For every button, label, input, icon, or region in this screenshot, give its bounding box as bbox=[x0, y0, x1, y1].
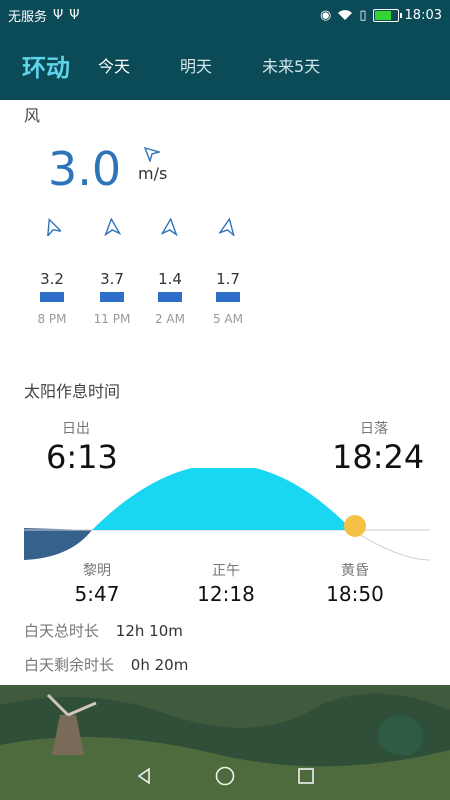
status-left: 无服务 Ψ Ψ bbox=[8, 6, 79, 25]
system-nav-bar bbox=[0, 752, 450, 800]
day-length-row: 白天总时长 12h 10m bbox=[24, 620, 183, 641]
daylight-arc bbox=[92, 468, 352, 530]
clock-text: 18:03 bbox=[404, 7, 442, 23]
wind-arrow-icon bbox=[161, 218, 178, 236]
noon-label: 正午 bbox=[212, 563, 240, 579]
dawn-block: 黎明 5:47 bbox=[52, 560, 142, 606]
tab-tomorrow[interactable]: 明天 bbox=[180, 53, 212, 77]
battery-icon bbox=[372, 8, 402, 22]
sunrise-label: 日出 bbox=[62, 421, 90, 437]
dusk-block: 黄昏 18:50 bbox=[310, 560, 400, 606]
forecast-value: 1.4 bbox=[158, 270, 182, 288]
forecast-item: 1.4 2 AM bbox=[142, 218, 198, 326]
day-remaining-label: 白天剩余时长 bbox=[24, 656, 115, 674]
recents-icon[interactable] bbox=[296, 766, 316, 786]
sun-section-title: 太阳作息时间 bbox=[24, 382, 121, 401]
dusk-label: 黄昏 bbox=[341, 563, 369, 579]
forecast-bar bbox=[40, 292, 64, 302]
eye-icon: ◉ bbox=[320, 7, 332, 23]
wind-unit: m/s bbox=[138, 164, 168, 183]
wind-section-label: 风 bbox=[24, 106, 41, 125]
forecast-time: 2 AM bbox=[154, 312, 185, 326]
sun-marker bbox=[344, 515, 366, 537]
app-title: 环动 bbox=[22, 53, 70, 82]
noon-block: 正午 12:18 bbox=[181, 560, 271, 606]
dawn-time: 5:47 bbox=[74, 582, 120, 606]
forecast-time: 5 AM bbox=[212, 312, 243, 326]
wind-arrow-icon bbox=[46, 218, 61, 236]
app-bar: 环动 今天 明天 未来5天 bbox=[0, 30, 450, 100]
back-icon[interactable] bbox=[134, 766, 154, 786]
main-content[interactable]: 风 3.0 m/s 3.2 8 PM 3.7 11 PM 1.4 2 AM 1.… bbox=[0, 100, 450, 685]
sunset-label: 日落 bbox=[360, 421, 388, 437]
forecast-value: 3.2 bbox=[40, 270, 64, 288]
sim-alert-icon: ▯ bbox=[359, 7, 367, 23]
wind-direction-icon bbox=[144, 146, 160, 162]
status-bar: 无服务 Ψ Ψ ◉ ▯ 18:03 bbox=[0, 0, 450, 30]
evening-twilight-curve bbox=[351, 529, 431, 561]
forecast-value: 1.7 bbox=[216, 270, 240, 288]
forecast-item: 3.7 11 PM bbox=[84, 218, 140, 326]
carrier-text: 无服务 bbox=[8, 9, 48, 25]
wind-forecast: 3.2 8 PM 3.7 11 PM 1.4 2 AM 1.7 5 AM bbox=[24, 218, 264, 338]
dusk-time: 18:50 bbox=[326, 582, 384, 606]
wind-arrow-icon bbox=[219, 218, 235, 236]
day-remaining-value: 0h 20m bbox=[130, 656, 189, 674]
usb-icon: Ψ bbox=[69, 7, 80, 23]
night-area-morning bbox=[24, 528, 92, 560]
forecast-bar bbox=[216, 292, 240, 302]
tab-today[interactable]: 今天 bbox=[98, 53, 130, 77]
wind-speed: 3.0 bbox=[48, 142, 122, 196]
day-length-value: 12h 10m bbox=[115, 622, 183, 640]
noon-time: 12:18 bbox=[197, 582, 255, 606]
day-remaining-row: 白天剩余时长 0h 20m bbox=[24, 654, 188, 675]
home-icon[interactable] bbox=[214, 765, 236, 787]
forecast-value: 3.7 bbox=[100, 270, 124, 288]
forecast-time: 8 PM bbox=[37, 312, 67, 326]
forecast-item: 1.7 5 AM bbox=[200, 218, 256, 326]
forecast-bar bbox=[158, 292, 182, 302]
dawn-label: 黎明 bbox=[83, 563, 111, 579]
wifi-icon bbox=[338, 10, 353, 20]
day-length-label: 白天总时长 bbox=[24, 622, 100, 640]
status-right: ◉ ▯ 18:03 bbox=[320, 8, 442, 23]
forecast-time: 11 PM bbox=[93, 312, 131, 326]
wind-arrow-icon bbox=[104, 218, 121, 236]
tab-next-5-days[interactable]: 未来5天 bbox=[262, 53, 320, 77]
forecast-item: 3.2 8 PM bbox=[24, 218, 80, 326]
usb-icon: Ψ bbox=[53, 7, 64, 23]
forecast-bar bbox=[100, 292, 124, 302]
